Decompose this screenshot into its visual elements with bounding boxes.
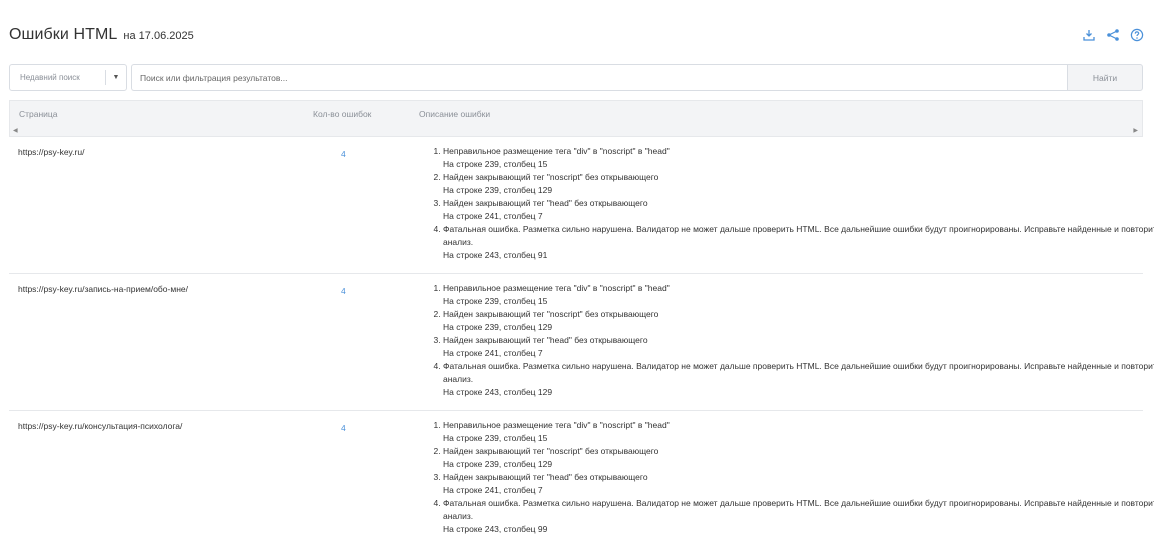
error-text: Найден закрывающий тег "head" без открыв… — [443, 198, 648, 208]
error-location: На строке 241, столбец 7 — [443, 485, 543, 495]
chevron-down-icon[interactable]: ▼ — [106, 74, 126, 81]
page-header: Ошибки HTML на 17.06.2025 — [9, 26, 194, 48]
error-count[interactable]: 4 — [341, 286, 346, 296]
error-item: Неправильное размещение тега "div" в "no… — [443, 419, 1154, 445]
scroll-left-icon[interactable]: ◀ — [13, 127, 18, 134]
error-item: Найден закрывающий тег "head" без открыв… — [443, 197, 1154, 223]
error-item: Найден закрывающий тег "noscript" без от… — [443, 171, 1154, 197]
error-location: На строке 243, столбец 99 — [443, 524, 548, 534]
error-text: Найден закрывающий тег "head" без открыв… — [443, 472, 648, 482]
error-location: На строке 243, столбец 91 — [443, 250, 548, 260]
error-item: Найден закрывающий тег "head" без открыв… — [443, 471, 1154, 497]
column-header-description[interactable]: Описание ошибки — [419, 109, 490, 119]
error-item: Фатальная ошибка. Разметка сильно наруше… — [443, 497, 1154, 536]
page-url[interactable]: https://psy-key.ru/запись-на-прием/обо-м… — [18, 284, 188, 294]
error-location: На строке 239, столбец 129 — [443, 185, 553, 195]
error-count[interactable]: 4 — [341, 149, 346, 159]
column-header-page[interactable]: Страница — [19, 109, 58, 119]
error-text: Неправильное размещение тега "div" в "no… — [443, 283, 670, 293]
error-text: Неправильное размещение тега "div" в "no… — [443, 146, 670, 156]
error-text: Найден закрывающий тег "head" без открыв… — [443, 335, 648, 345]
error-text: Найден закрывающий тег "noscript" без от… — [443, 446, 659, 456]
error-location: На строке 239, столбец 15 — [443, 433, 548, 443]
table-row: https://psy-key.ru/консультация-психолог… — [9, 410, 1154, 550]
scroll-right-icon[interactable]: ▶ — [1133, 127, 1138, 134]
errors-table: Страница Кол-во ошибок Описание ошибки ◀… — [9, 100, 1154, 550]
column-header-count[interactable]: Кол-во ошибок — [313, 109, 371, 119]
error-count[interactable]: 4 — [341, 423, 346, 433]
error-item: Неправильное размещение тега "div" в "no… — [443, 145, 1154, 171]
share-icon[interactable] — [1106, 28, 1120, 42]
page-url[interactable]: https://psy-key.ru/ — [18, 147, 84, 157]
search-bar: Недавний поиск ▼ Найти — [9, 64, 1143, 91]
find-button[interactable]: Найти — [1067, 64, 1143, 91]
page-title: Ошибки HTML — [9, 26, 118, 43]
error-item: Фатальная ошибка. Разметка сильно наруше… — [443, 360, 1154, 399]
recent-search-label: Недавний поиск — [20, 73, 80, 82]
error-item: Неправильное размещение тега "div" в "no… — [443, 282, 1154, 308]
table-row: https://psy-key.ru/4 Неправильное размеще… — [9, 136, 1154, 273]
error-text: Фатальная ошибка. Разметка сильно наруше… — [443, 224, 1154, 247]
table-header: Страница Кол-во ошибок Описание ошибки ◀… — [9, 100, 1143, 136]
error-location: На строке 239, столбец 15 — [443, 159, 548, 169]
report-date: на 17.06.2025 — [123, 30, 194, 42]
error-text: Найден закрывающий тег "noscript" без от… — [443, 309, 659, 319]
header-actions — [1082, 28, 1144, 42]
error-location: На строке 239, столбец 129 — [443, 459, 553, 469]
recent-search-dropdown[interactable]: Недавний поиск ▼ — [9, 64, 127, 91]
error-item: Найден закрывающий тег "noscript" без от… — [443, 308, 1154, 334]
error-item: Найден закрывающий тег "head" без открыв… — [443, 334, 1154, 360]
error-item: Найден закрывающий тег "noscript" без от… — [443, 445, 1154, 471]
error-text: Фатальная ошибка. Разметка сильно наруше… — [443, 361, 1154, 384]
error-location: На строке 239, столбец 15 — [443, 296, 548, 306]
error-text: Неправильное размещение тега "div" в "no… — [443, 420, 670, 430]
error-location: На строке 241, столбец 7 — [443, 211, 543, 221]
help-icon[interactable] — [1130, 28, 1144, 42]
error-text: Фатальная ошибка. Разметка сильно наруше… — [443, 498, 1154, 521]
download-icon[interactable] — [1082, 28, 1096, 42]
table-row: https://psy-key.ru/запись-на-прием/обо-м… — [9, 273, 1154, 410]
error-location: На строке 241, столбец 7 — [443, 348, 543, 358]
error-location: На строке 239, столбец 129 — [443, 322, 553, 332]
search-input[interactable] — [131, 64, 1067, 91]
error-list: Неправильное размещение тега "div" в "no… — [419, 145, 1154, 262]
error-item: Фатальная ошибка. Разметка сильно наруше… — [443, 223, 1154, 262]
page-url[interactable]: https://psy-key.ru/консультация-психолог… — [18, 421, 182, 431]
error-list: Неправильное размещение тега "div" в "no… — [419, 282, 1154, 399]
error-list: Неправильное размещение тега "div" в "no… — [419, 419, 1154, 536]
error-location: На строке 243, столбец 129 — [443, 387, 553, 397]
table-body: https://psy-key.ru/4 Неправильное размеще… — [9, 136, 1154, 550]
error-text: Найден закрывающий тег "noscript" без от… — [443, 172, 659, 182]
